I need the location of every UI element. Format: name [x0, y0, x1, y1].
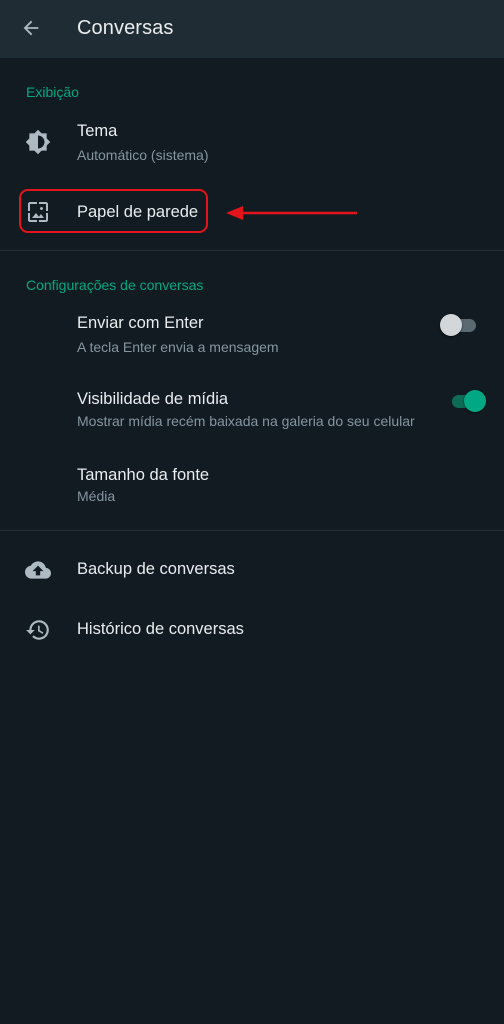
- theme-label: Tema: [77, 122, 118, 140]
- back-button[interactable]: [16, 13, 46, 43]
- annotation-highlight-box: [19, 189, 208, 233]
- font-size-label: Tamanho da fonte: [77, 466, 210, 484]
- cloud-upload-icon: [24, 556, 52, 584]
- section-divider: [0, 250, 504, 251]
- enter-send-setting[interactable]: Enviar com Enter A tecla Enter envia a m…: [0, 304, 504, 366]
- chat-settings-screen: Conversas Exibição Tema Automático (sist…: [0, 0, 504, 1024]
- enter-send-toggle[interactable]: [440, 313, 480, 337]
- chat-history-setting[interactable]: Histórico de conversas: [0, 604, 504, 656]
- brightness-icon: [24, 128, 52, 156]
- font-size-setting[interactable]: Tamanho da fonte Média: [0, 456, 504, 518]
- page-title: Conversas: [77, 17, 174, 39]
- chat-history-label: Histórico de conversas: [77, 620, 244, 638]
- chat-backup-setting[interactable]: Backup de conversas: [0, 544, 504, 596]
- theme-value: Automático (sistema): [77, 147, 209, 163]
- section-divider: [0, 530, 504, 531]
- annotation-arrow-icon: [226, 206, 357, 220]
- arrow-back-icon: [23, 20, 39, 36]
- media-visibility-label: Visibilidade de mídia: [77, 390, 229, 408]
- media-visibility-description: Mostrar mídia recém baixada na galeria d…: [77, 413, 415, 429]
- theme-setting[interactable]: Tema Automático (sistema): [0, 110, 504, 174]
- app-bar: Conversas: [0, 0, 504, 58]
- section-header-display: Exibição: [26, 84, 79, 100]
- font-size-value: Média: [77, 488, 116, 504]
- media-visibility-setting[interactable]: Visibilidade de mídia Mostrar mídia recé…: [0, 380, 504, 442]
- enter-send-description: A tecla Enter envia a mensagem: [77, 339, 279, 355]
- history-icon: [24, 616, 52, 644]
- chat-backup-label: Backup de conversas: [77, 560, 235, 578]
- media-visibility-toggle[interactable]: [446, 389, 486, 413]
- enter-send-label: Enviar com Enter: [77, 314, 204, 332]
- section-header-chat-settings: Configurações de conversas: [26, 277, 204, 293]
